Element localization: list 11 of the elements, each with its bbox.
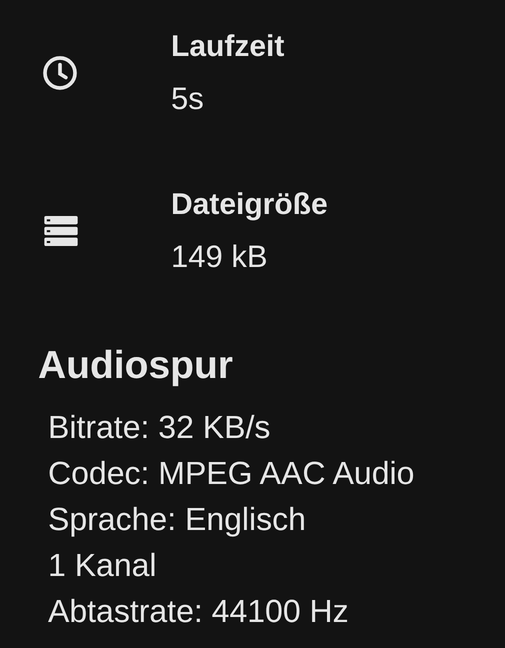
detail-value: 149 kB	[171, 238, 269, 276]
track-info: Bitrate: 32 KB/s	[48, 408, 272, 447]
detail-value: 5s	[171, 80, 205, 118]
track-info: 1 Kanal	[48, 546, 158, 585]
track-info: Abtastrate: 44100 Hz	[48, 592, 350, 631]
detail-label: Laufzeit	[171, 29, 284, 65]
clock-icon	[40, 53, 80, 93]
detail-label: Dateigröße	[171, 187, 328, 223]
track-info: Codec: MPEG AAC Audio	[48, 454, 416, 493]
track-info: Sprache: Englisch	[48, 500, 307, 539]
section-title: Audiospur	[38, 343, 234, 389]
